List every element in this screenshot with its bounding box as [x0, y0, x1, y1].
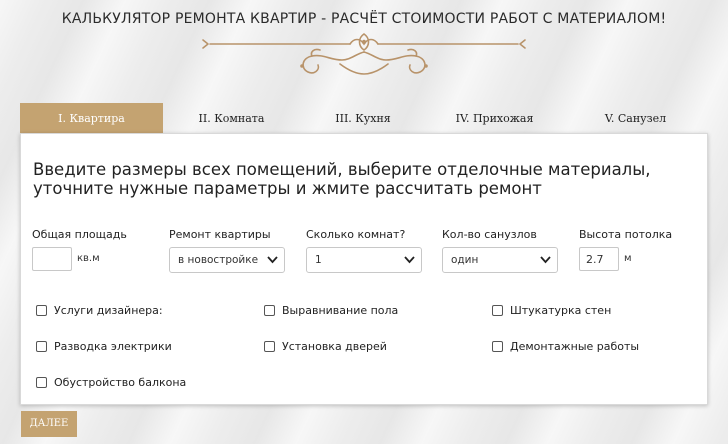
- area-label: Общая площадь: [32, 228, 127, 241]
- checkbox-box[interactable]: [264, 305, 275, 316]
- page-title: Калькулятор ремонта квартир - расчёт сто…: [61, 11, 667, 27]
- bathrooms-label: Кол-во санузлов: [442, 228, 537, 241]
- area-unit: кв.м: [77, 253, 100, 264]
- checkbox-label: Выравнивание пола: [282, 304, 399, 317]
- chevron-down-icon: [540, 256, 551, 264]
- tab-kitchen[interactable]: III. Кухня: [300, 103, 426, 133]
- repair-type-label: Ремонт квартиры: [169, 228, 271, 241]
- checkbox-box[interactable]: [36, 341, 47, 352]
- checkbox-box[interactable]: [36, 377, 47, 388]
- bathrooms-value: один: [451, 254, 479, 266]
- rooms-label: Сколько комнат?: [306, 228, 406, 241]
- checkbox-box[interactable]: [36, 305, 47, 316]
- checkbox-box[interactable]: [264, 341, 275, 352]
- tab-bar: I. Квартира II. Комната III. Кухня IV. П…: [20, 103, 708, 133]
- ceiling-unit: м: [624, 253, 632, 264]
- tab-bathroom[interactable]: V. Санузел: [563, 103, 708, 133]
- area-input[interactable]: [32, 247, 72, 271]
- checkbox-box[interactable]: [492, 341, 503, 352]
- ceiling-label: Высота потолка: [579, 228, 673, 241]
- checkbox-label: Демонтажные работы: [510, 340, 640, 353]
- rooms-value: 1: [315, 254, 322, 266]
- rooms-select[interactable]: 1: [306, 247, 422, 273]
- ceiling-input[interactable]: [579, 247, 619, 271]
- checkbox-label: Установка дверей: [282, 340, 387, 353]
- ornament-divider-icon: [202, 33, 526, 75]
- checkbox-label: Обустройство балкона: [54, 376, 187, 389]
- tab-apartment[interactable]: I. Квартира: [20, 103, 163, 133]
- next-button[interactable]: ДАЛЕЕ: [21, 411, 77, 437]
- checkbox-label: Услуги дизайнера:: [54, 304, 163, 317]
- checkbox-label: Штукатурка стен: [510, 304, 612, 317]
- form-heading: Введите размеры всех помещений, выберите…: [33, 160, 651, 198]
- chevron-down-icon: [404, 256, 415, 264]
- repair-type-value: в новостройке: [178, 254, 259, 266]
- bathrooms-select[interactable]: один: [442, 247, 558, 273]
- tab-room[interactable]: II. Комната: [163, 103, 300, 133]
- checkbox-label: Разводка электрики: [54, 340, 172, 353]
- checkbox-box[interactable]: [492, 305, 503, 316]
- tab-hallway[interactable]: IV. Прихожая: [426, 103, 563, 133]
- chevron-down-icon: [267, 256, 278, 264]
- repair-type-select[interactable]: в новостройке: [169, 247, 285, 273]
- calculator-panel: Введите размеры всех помещений, выберите…: [20, 133, 708, 405]
